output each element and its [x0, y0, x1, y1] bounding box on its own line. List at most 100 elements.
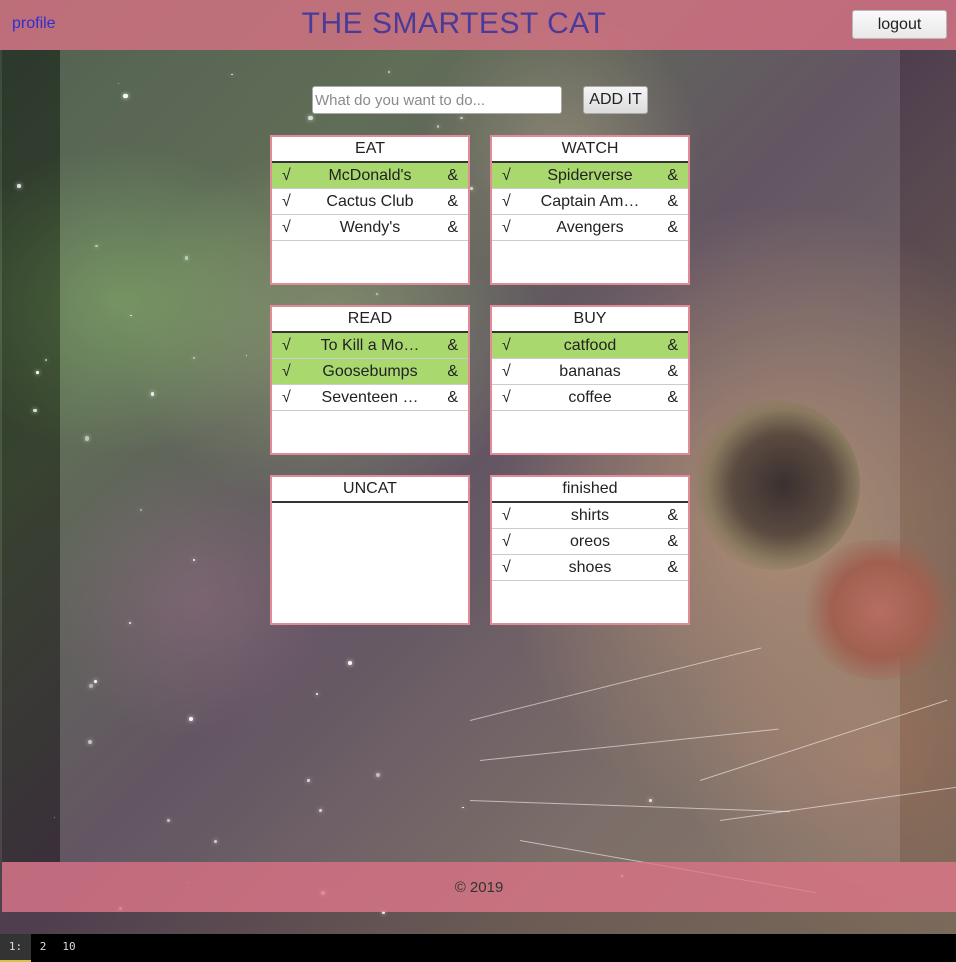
task-input[interactable]: [312, 86, 562, 114]
complete-check-button[interactable]: √: [502, 359, 516, 384]
complete-check-button[interactable]: √: [502, 189, 516, 214]
list-title: WATCH: [492, 137, 688, 163]
list-card-watch: WATCH √ Spiderverse & √ Captain Am… & √ Avenger…: [490, 135, 690, 285]
list-card-eat: EAT √ McDonald's & √ Cactus Club & √ Wendy's &: [270, 135, 470, 285]
todo-item[interactable]: √ To Kill a Mo… &: [272, 333, 468, 359]
complete-check-button[interactable]: √: [282, 163, 296, 188]
todo-item[interactable]: √ McDonald's &: [272, 163, 468, 189]
list-items: √ To Kill a Mo… & √ Goosebumps & √ Seventeen … &: [272, 333, 468, 411]
wm-taskbar: 1: 2 10: [0, 934, 956, 962]
copyright-text: © 2019: [454, 879, 504, 896]
page-footer: © 2019: [2, 862, 956, 912]
complete-check-button[interactable]: √: [502, 163, 516, 188]
todo-item-label: bananas: [559, 363, 621, 380]
star-dot: [130, 314, 132, 316]
todo-item[interactable]: √ catfood &: [492, 333, 688, 359]
complete-check-button[interactable]: √: [502, 555, 516, 580]
complete-check-button[interactable]: √: [502, 503, 516, 528]
list-items: √ Spiderverse & √ Captain Am… & √ Avengers &: [492, 163, 688, 241]
star-dot: [87, 740, 92, 745]
list-title: UNCAT: [272, 477, 468, 503]
page-title: THE SMARTEST CAT: [301, 7, 607, 40]
todo-item[interactable]: √ Goosebumps &: [272, 359, 468, 385]
complete-check-button[interactable]: √: [282, 385, 296, 410]
star-dot: [36, 371, 39, 374]
star-dot: [307, 779, 310, 782]
star-dot: [93, 679, 97, 683]
todo-item[interactable]: √ Captain Am… &: [492, 189, 688, 215]
list-title: READ: [272, 307, 468, 333]
complete-check-button[interactable]: √: [282, 333, 296, 358]
star-dot: [375, 292, 378, 295]
cat-nose-image: [800, 540, 956, 680]
complete-check-button[interactable]: √: [282, 359, 296, 384]
todo-item[interactable]: √ Spiderverse &: [492, 163, 688, 189]
todo-item[interactable]: √ Avengers &: [492, 215, 688, 241]
list-card-buy: BUY √ catfood & √ bananas & √ coffee &: [490, 305, 690, 455]
complete-check-button[interactable]: √: [502, 215, 516, 240]
item-move-button[interactable]: &: [667, 333, 678, 358]
todo-item[interactable]: √ Cactus Club &: [272, 189, 468, 215]
item-move-button[interactable]: &: [447, 189, 458, 214]
todo-item-label: To Kill a Mo…: [320, 337, 420, 354]
item-move-button[interactable]: &: [667, 359, 678, 384]
complete-check-button[interactable]: √: [502, 333, 516, 358]
complete-check-button[interactable]: √: [502, 529, 516, 554]
list-items: √ shirts & √ oreos & √ shoes &: [492, 503, 688, 581]
star-dot: [213, 839, 217, 843]
todo-item-label: coffee: [568, 389, 612, 406]
item-move-button[interactable]: &: [447, 163, 458, 188]
cat-eye-image: [690, 400, 860, 570]
logout-button[interactable]: logout: [852, 10, 947, 39]
item-move-button[interactable]: &: [447, 359, 458, 384]
item-move-button[interactable]: &: [447, 333, 458, 358]
todo-item-label: Captain Am…: [540, 193, 640, 210]
add-task-button[interactable]: ADD IT: [583, 86, 648, 114]
todo-item-label: Wendy's: [339, 219, 401, 236]
star-dot: [123, 93, 128, 98]
todo-item[interactable]: √ shoes &: [492, 555, 688, 581]
todo-item-label: oreos: [569, 533, 611, 550]
workspace-10[interactable]: 10: [55, 934, 83, 962]
item-move-button[interactable]: &: [667, 215, 678, 240]
item-move-button[interactable]: &: [667, 529, 678, 554]
todo-item[interactable]: √ shirts &: [492, 503, 688, 529]
complete-check-button[interactable]: √: [282, 189, 296, 214]
todo-item[interactable]: √ Seventeen … &: [272, 385, 468, 411]
star-dot: [375, 772, 380, 777]
item-move-button[interactable]: &: [667, 385, 678, 410]
list-items: √ catfood & √ bananas & √ coffee &: [492, 333, 688, 411]
todo-item-label: catfood: [563, 337, 617, 354]
left-edge-shadow: [2, 50, 60, 862]
list-items: √ McDonald's & √ Cactus Club & √ Wendy's &: [272, 163, 468, 241]
item-move-button[interactable]: &: [667, 503, 678, 528]
list-title: finished: [492, 477, 688, 503]
list-title: BUY: [492, 307, 688, 333]
workspace-2[interactable]: 2: [31, 934, 55, 962]
top-header: profile THE SMARTEST CAT logout: [0, 0, 956, 50]
item-move-button[interactable]: &: [447, 385, 458, 410]
list-card-read: READ √ To Kill a Mo… & √ Goosebumps & √ Sevente…: [270, 305, 470, 455]
star-dot: [436, 125, 440, 128]
space-cat-background: [0, 0, 956, 934]
item-move-button[interactable]: &: [667, 163, 678, 188]
todo-item[interactable]: √ bananas &: [492, 359, 688, 385]
todo-item[interactable]: √ Wendy's &: [272, 215, 468, 241]
star-dot: [17, 184, 21, 188]
item-move-button[interactable]: &: [667, 189, 678, 214]
todo-item-label: Goosebumps: [322, 363, 418, 380]
complete-check-button[interactable]: √: [282, 215, 296, 240]
item-move-button[interactable]: &: [667, 555, 678, 580]
todo-item[interactable]: √ coffee &: [492, 385, 688, 411]
star-dot: [193, 559, 195, 561]
complete-check-button[interactable]: √: [502, 385, 516, 410]
list-card-finished: finished √ shirts & √ oreos & √ shoes &: [490, 475, 690, 625]
star-dot: [184, 255, 189, 260]
star-dot: [308, 115, 313, 121]
star-dot: [128, 622, 131, 624]
todo-item-label: Cactus Club: [326, 193, 414, 210]
star-dot: [84, 436, 89, 441]
workspace-1[interactable]: 1:: [0, 934, 31, 962]
item-move-button[interactable]: &: [447, 215, 458, 240]
todo-item[interactable]: √ oreos &: [492, 529, 688, 555]
